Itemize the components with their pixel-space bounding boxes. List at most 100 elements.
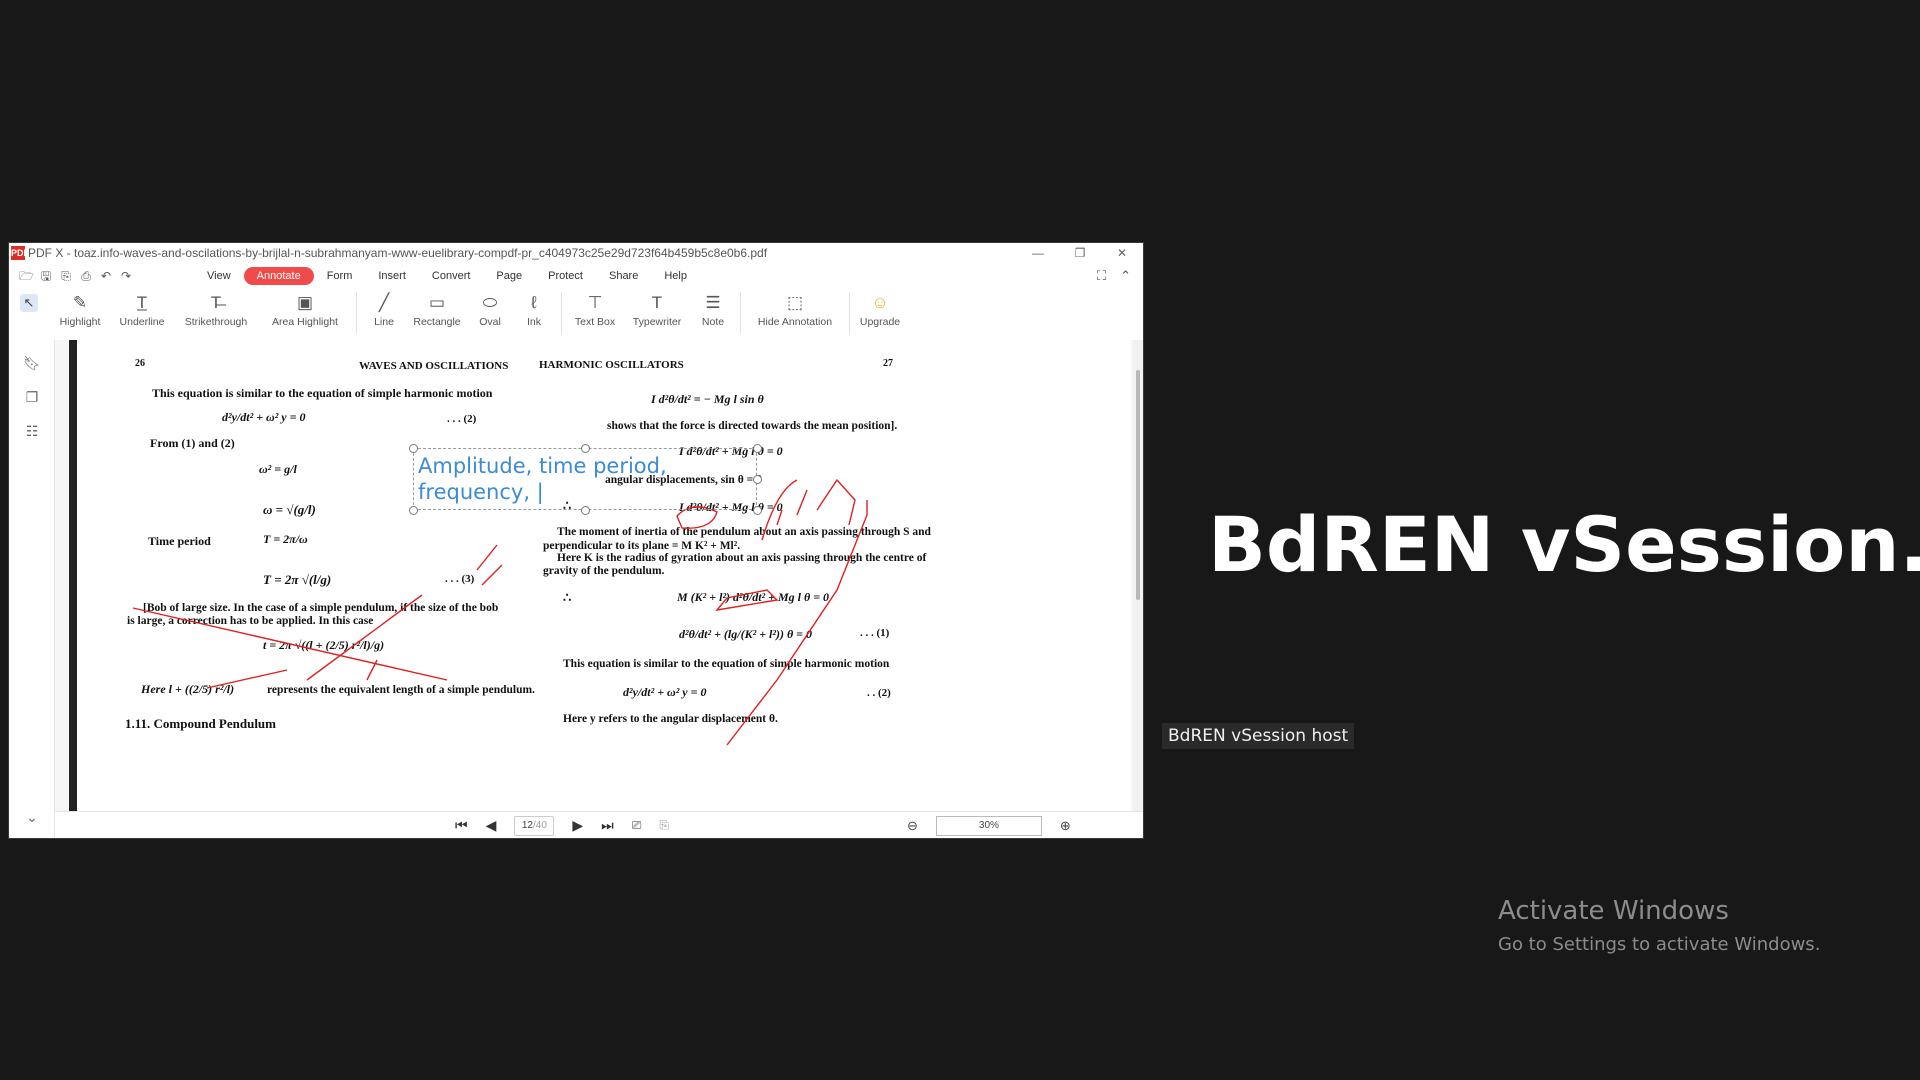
upgrade-tool[interactable]: ☺ Upgrade <box>855 288 905 336</box>
ink-icon: ℓ <box>531 293 537 312</box>
ink-stroke <box>132 607 448 681</box>
text-box-tool[interactable]: ⊤ Text Box <box>567 288 623 336</box>
toolbar-separator <box>356 292 357 334</box>
resize-handle[interactable] <box>753 475 762 484</box>
scrollbar-thumb[interactable] <box>1136 370 1140 600</box>
restore-button[interactable]: ❐ <box>1059 243 1101 263</box>
thumbnails-icon[interactable]: ❐ <box>23 388 41 406</box>
status-bar: ⏮ ◀ 12/40 ▶ ⏭ ⎚ ⎘ ⊖ 30% ⊕ <box>55 811 1143 839</box>
text-box-annotation[interactable]: Amplitude, time period, frequency, | <box>413 448 757 510</box>
select-hand-tools: ↖ <box>9 288 49 312</box>
ink-stroke <box>676 506 718 529</box>
window-title: PDF X - toaz.info-waves-and-oscilations-… <box>28 246 768 260</box>
menu-annotate[interactable]: Annotate <box>243 266 314 285</box>
close-button[interactable]: ✕ <box>1101 243 1143 263</box>
typewriter-tool[interactable]: T Typewriter <box>623 288 691 336</box>
ink-label: Ink <box>526 316 541 328</box>
vsession-title: BdREN vSession... <box>1208 500 1920 589</box>
resize-handle[interactable] <box>409 444 418 453</box>
hide-annotation-tool[interactable]: ⬚ Hide Annotation <box>746 288 844 336</box>
fit-width-icon[interactable]: ⎘ <box>659 818 669 833</box>
rectangle-label: Rectangle <box>413 316 461 328</box>
ink-stroke <box>206 669 288 689</box>
resize-handle[interactable] <box>753 506 762 515</box>
comments-icon[interactable]: ☷ <box>23 422 41 440</box>
menu-view[interactable]: View <box>194 267 244 285</box>
select-cursor-icon[interactable]: ↖ <box>20 294 38 312</box>
open-folder-icon[interactable]: 🗁 <box>19 269 34 283</box>
fullscreen-icon[interactable]: ⛶ <box>1097 268 1106 284</box>
underline-label: Underline <box>119 316 165 328</box>
undo-icon[interactable]: ↶ <box>99 269 113 283</box>
line-label: Line <box>374 316 394 328</box>
strikethrough-label: Strikethrough <box>184 316 248 328</box>
resize-handle[interactable] <box>581 506 590 515</box>
hide-annotation-label: Hide Annotation <box>757 316 833 328</box>
menu-help[interactable]: Help <box>651 267 700 285</box>
menu-insert[interactable]: Insert <box>365 267 419 285</box>
ink-stroke <box>306 594 423 681</box>
annotate-toolbar: ↖ ✎ Highlight T̲ Underline T̶ Strikethrough ▣ A… <box>9 288 1143 341</box>
menu-right-controls: ⛶ ⌃ <box>1097 268 1131 284</box>
note-label: Note <box>701 316 725 328</box>
bookmark-icon[interactable]: 🔖︎ <box>23 354 41 372</box>
ink-stroke <box>476 544 503 586</box>
redo-icon[interactable]: ↷ <box>119 269 133 283</box>
tool-group: ✎ Highlight T̲ Underline T̶ Strikethrough ▣ Are… <box>49 288 905 336</box>
underline-tool[interactable]: T̲ Underline <box>111 288 173 336</box>
line-icon: ╱ <box>378 293 390 312</box>
title-bar: PDF PDF X - toaz.info-waves-and-oscilati… <box>9 243 1143 263</box>
vertical-scrollbar[interactable] <box>1133 340 1143 811</box>
ink-annotations[interactable] <box>77 340 1123 811</box>
area-highlight-label: Area Highlight <box>272 316 338 328</box>
zoom-in-icon[interactable]: ⊕ <box>1060 818 1071 834</box>
hide-annotation-icon: ⬚ <box>786 293 804 312</box>
text-box-icon: ⊤ <box>587 293 603 312</box>
oval-tool[interactable]: ⬭ Oval <box>468 288 512 336</box>
text-box-content[interactable]: Amplitude, time period, frequency, | <box>418 454 667 504</box>
upgrade-icon: ☺ <box>871 293 889 312</box>
note-tool[interactable]: ☰ Note <box>691 288 735 336</box>
first-page-icon[interactable]: ⏮ <box>455 817 468 834</box>
fit-page-icon[interactable]: ⎚ <box>632 818 642 833</box>
zoom-level[interactable]: 30% <box>935 815 1042 836</box>
menu-protect[interactable]: Protect <box>535 267 596 285</box>
prev-page-icon[interactable]: ◀ <box>486 817 497 834</box>
resize-handle[interactable] <box>409 506 418 515</box>
highlight-tool[interactable]: ✎ Highlight <box>49 288 111 336</box>
main-menu: View Annotate Form Insert Convert Page Protect… <box>194 266 700 285</box>
line-tool[interactable]: ╱ Line <box>362 288 406 336</box>
ink-stroke <box>726 500 868 746</box>
menu-convert[interactable]: Convert <box>419 267 484 285</box>
print-icon[interactable]: ⎙ <box>79 269 93 283</box>
document-viewport[interactable]: 26 WAVES AND OSCILLATIONS HARMONIC OSCIL… <box>55 340 1143 811</box>
strikethrough-tool[interactable]: T̶ Strikethrough <box>173 288 259 336</box>
save-as-icon[interactable]: ⎘ <box>59 269 73 283</box>
menu-bar: 🗁 🖫 ⎘ ⎙ ↶ ↷ View Annotate Form Insert Conver… <box>9 263 1143 288</box>
menu-share[interactable]: Share <box>596 267 651 285</box>
next-page-icon[interactable]: ▶ <box>572 817 583 834</box>
text-box-label: Text Box <box>574 316 616 328</box>
save-icon[interactable]: 🖫 <box>39 269 53 283</box>
toolbar-separator <box>561 292 562 334</box>
minimize-button[interactable]: — <box>1017 243 1059 263</box>
zoom-controls: ⊖ 30% ⊕ <box>907 815 1071 836</box>
resize-handle[interactable] <box>581 444 590 453</box>
rectangle-tool[interactable]: ▭ Rectangle <box>406 288 468 336</box>
expand-panel-chevron-icon[interactable]: ⌄ <box>23 808 41 826</box>
quick-access-toolbar: 🗁 🖫 ⎘ ⎙ ↶ ↷ <box>19 269 194 283</box>
area-highlight-tool[interactable]: ▣ Area Highlight <box>259 288 351 336</box>
last-page-icon[interactable]: ⏭ <box>601 817 614 834</box>
resize-handle[interactable] <box>753 444 762 453</box>
collapse-ribbon-icon[interactable]: ⌃ <box>1120 268 1131 284</box>
toolbar-separator <box>740 292 741 334</box>
menu-page[interactable]: Page <box>483 267 535 285</box>
rectangle-icon: ▭ <box>428 293 446 312</box>
page-number-input[interactable]: 12/40 <box>514 815 555 836</box>
menu-form[interactable]: Form <box>314 267 366 285</box>
activate-subtitle: Go to Settings to activate Windows. <box>1498 934 1821 955</box>
left-side-panel: 🔖︎ ❐ ☷ ⌄ <box>9 340 55 838</box>
typewriter-label: Typewriter <box>632 316 682 328</box>
ink-tool[interactable]: ℓ Ink <box>512 288 556 336</box>
zoom-out-icon[interactable]: ⊖ <box>907 818 918 834</box>
